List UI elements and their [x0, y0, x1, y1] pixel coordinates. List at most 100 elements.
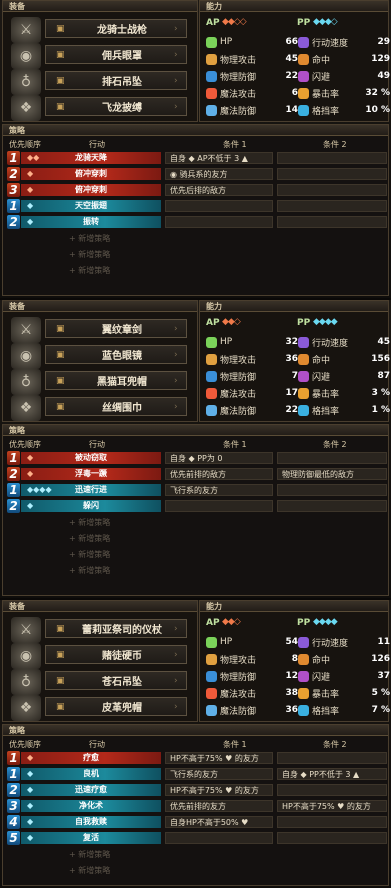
strategy-row[interactable]: 3 ◆ 俯冲穿刺 优先后排的敌方 [7, 183, 389, 197]
condition2-field[interactable] [277, 832, 387, 844]
strategy-row[interactable]: 1 ◆ 天空振翅 [7, 199, 389, 213]
equipment-slot[interactable]: ▣ 排石吊坠 › [45, 71, 187, 90]
stat-label: 格挡率 [312, 106, 340, 117]
strategy-row[interactable]: 1 ◆ 疗愈 HP不高于75% ♥ 的友方 [7, 751, 389, 765]
action-button[interactable]: ◆ 疗愈 [21, 752, 161, 764]
condition1-field[interactable]: 自身HP不高于50% ♥ [165, 816, 273, 828]
action-button[interactable]: ◆ 俯冲穿刺 [21, 168, 161, 180]
condition2-field[interactable] [277, 200, 387, 212]
strategy-row[interactable]: 2 ◆ 浮毒一蹶 优先前排的敌方 物理防御最低的敌方 [7, 467, 389, 481]
equipment-slot[interactable]: ▣ 蓝色眼镜 › [45, 345, 187, 364]
condition2-field[interactable] [277, 168, 387, 180]
equipment-slot[interactable]: ▣ 赌徒硬币 › [45, 645, 187, 664]
stat-value: 66 [285, 37, 298, 47]
new-strategy-button[interactable]: + 新增策略 [69, 517, 110, 528]
action-button[interactable]: ◆ 被动窃取 [21, 452, 161, 464]
strategy-row[interactable]: 5 ◆ 复活 [7, 831, 389, 845]
condition2-field[interactable] [277, 784, 387, 796]
new-strategy-button[interactable]: + 新增策略 [69, 849, 110, 860]
action-button[interactable]: ◆ 躲闪 [21, 500, 161, 512]
equipment-slot[interactable]: ▣ 丝绸围巾 › [45, 397, 187, 416]
action-button[interactable]: ◆ 迅速疗愈 [21, 784, 161, 796]
equipment-slot[interactable]: ▣ 龙骑士战枪 › [45, 19, 187, 38]
condition2-field[interactable] [277, 216, 387, 228]
equipment-slot[interactable]: ▣ 皮革兜帽 › [45, 697, 187, 716]
strategy-row[interactable]: 2 ◆ 迅速疗愈 HP不高于75% ♥ 的友方 [7, 783, 389, 797]
action-button[interactable]: ◆ 振转 [21, 216, 161, 228]
action-button[interactable]: ◆ 良机 [21, 768, 161, 780]
condition1-field[interactable]: HP不高于75% ♥ 的友方 [165, 784, 273, 796]
strategy-row[interactable]: 4 ◆ 自我救赎 自身HP不高于50% ♥ [7, 815, 389, 829]
gem-icon: ◆ [27, 469, 34, 478]
action-button[interactable]: ◆ 复活 [21, 832, 161, 844]
condition2-field[interactable] [277, 484, 387, 496]
stat-label: 物理防御 [220, 72, 257, 83]
condition1-field[interactable] [165, 500, 273, 512]
stat-label: 命中 [312, 655, 331, 666]
strategy-row[interactable]: 2 ◆ 俯冲穿刺 ◉ 骑兵系的友方 [7, 167, 389, 181]
equipment-slot[interactable]: ▣ 佣兵眼罩 › [45, 45, 187, 64]
ability-header: 能力 [200, 601, 388, 612]
equipment-slot[interactable]: ▣ 苍石吊坠 › [45, 671, 187, 690]
strategy-row[interactable]: 1 ◆ 良机 飞行系的友方 自身 ◆ PP不低于 3 ▲ [7, 767, 389, 781]
action-button[interactable]: ◆ 俯冲穿刺 [21, 184, 161, 196]
equipment-slot[interactable]: ▣ 黑猫耳兜帽 › [45, 371, 187, 390]
strategy-row[interactable]: 1 ◆◆ 龙骑天降 自身 ◆ AP不低于 3 ▲ [7, 151, 389, 165]
condition2-field[interactable]: 自身 ◆ PP不低于 3 ▲ [277, 768, 387, 780]
condition2-field[interactable] [277, 816, 387, 828]
equipment-header: 装备 [3, 301, 197, 312]
pp-gems: ◆◆◆◇ [313, 17, 338, 27]
action-label: 自我救赎 [75, 817, 107, 826]
equipment-slot[interactable]: ▣ 蕾莉亚祭司的仪杖 › [45, 619, 187, 638]
condition1-field[interactable]: 优先前排的友方 [165, 800, 273, 812]
condition2-field[interactable]: HP不高于75% ♥ 的友方 [277, 800, 387, 812]
strategy-row[interactable]: 1 ◆◆◆◆ 迅速行进 飞行系的友方 [7, 483, 389, 497]
condition2-field[interactable]: 物理防御最低的敌方 [277, 468, 387, 480]
condition1-field[interactable]: 飞行系的友方 [165, 484, 273, 496]
condition1-field[interactable]: 优先后排的敌方 [165, 184, 273, 196]
new-strategy-button[interactable]: + 新增策略 [69, 233, 110, 244]
new-strategy-button[interactable]: + 新增策略 [69, 549, 110, 560]
condition1-field[interactable]: HP不高于75% ♥ 的友方 [165, 752, 273, 764]
condition1-field[interactable]: 自身 ◆ AP不低于 3 ▲ [165, 152, 273, 164]
new-strategy-button[interactable]: + 新增策略 [69, 565, 110, 576]
condition1-text: 优先前排的敌方 [170, 470, 226, 479]
new-strategy-button[interactable]: + 新增策略 [69, 249, 110, 260]
condition1-field[interactable]: 自身 ◆ PP为 0 [165, 452, 273, 464]
action-button[interactable]: ◆ 净化术 [21, 800, 161, 812]
condition1-text: 优先前排的友方 [170, 802, 226, 811]
condition2-field[interactable] [277, 452, 387, 464]
action-button[interactable]: ◆ 天空振翅 [21, 200, 161, 212]
condition1-field[interactable]: ◉ 骑兵系的友方 [165, 168, 273, 180]
sword-icon: ⚔ [11, 317, 41, 343]
stat-icon [206, 36, 217, 48]
equipment-name: 皮革兜帽 [102, 703, 142, 714]
gem-icon: ◆ [27, 833, 34, 842]
equipment-slot[interactable]: ▣ 飞龙披缚 › [45, 97, 187, 116]
equipment-slot[interactable]: ▣ 翼纹章剑 › [45, 319, 187, 338]
strategy-row[interactable]: 2 ◆ 振转 [7, 215, 389, 229]
action-button[interactable]: ◆◆◆◆ 迅速行进 [21, 484, 161, 496]
condition1-field[interactable]: 优先前排的敌方 [165, 468, 273, 480]
new-strategy-button[interactable]: + 新增策略 [69, 865, 110, 876]
stat-label: 魔法防御 [220, 706, 257, 717]
condition1-field[interactable] [165, 216, 273, 228]
strategy-row[interactable]: 2 ◆ 躲闪 [7, 499, 389, 513]
condition1-field[interactable] [165, 832, 273, 844]
strategy-row[interactable]: 3 ◆ 净化术 优先前排的友方 HP不高于75% ♥ 的友方 [7, 799, 389, 813]
action-column-header: 行动 [89, 440, 105, 449]
condition1-field[interactable] [165, 200, 273, 212]
new-strategy-button[interactable]: + 新增策略 [69, 533, 110, 544]
condition1-field[interactable]: 飞行系的友方 [165, 768, 273, 780]
action-button[interactable]: ◆ 自我救赎 [21, 816, 161, 828]
new-strategy-button[interactable]: + 新增策略 [69, 265, 110, 276]
condition2-field[interactable] [277, 152, 387, 164]
condition2-field[interactable] [277, 184, 387, 196]
strategy-row[interactable]: 1 ◆ 被动窃取 自身 ◆ PP为 0 [7, 451, 389, 465]
action-button[interactable]: ◆◆ 龙骑天降 [21, 152, 161, 164]
condition2-field[interactable] [277, 752, 387, 764]
condition2-field[interactable] [277, 500, 387, 512]
stat-label: HP [220, 637, 233, 647]
action-button[interactable]: ◆ 浮毒一蹶 [21, 468, 161, 480]
equipment-name: 丝绸围巾 [102, 403, 142, 414]
